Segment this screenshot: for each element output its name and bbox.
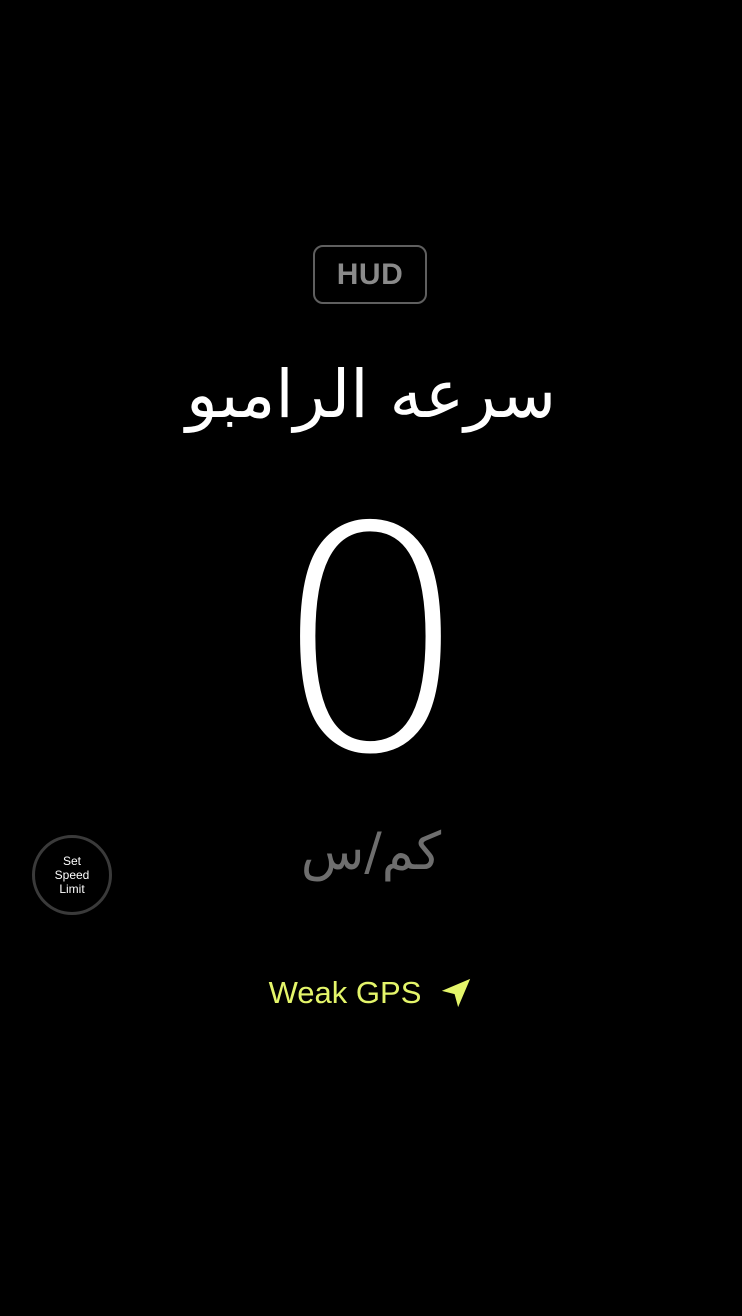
speedometer-screen: HUD سرعه الرامبو 0 كم/س Set Speed Limit … — [0, 0, 742, 1316]
set-speed-limit-button[interactable]: Set Speed Limit — [32, 835, 112, 915]
hud-button[interactable]: HUD — [313, 245, 427, 304]
gps-status-text: Weak GPS — [268, 975, 422, 1010]
location-arrow-icon — [442, 978, 471, 1008]
gps-status: Weak GPS — [0, 970, 742, 1016]
hud-button-label: HUD — [336, 257, 404, 291]
set-speed-limit-label: Set Speed Limit — [54, 854, 90, 896]
app-title: سرعه الرامبو — [185, 356, 557, 433]
speed-value: 0 — [272, 462, 470, 823]
